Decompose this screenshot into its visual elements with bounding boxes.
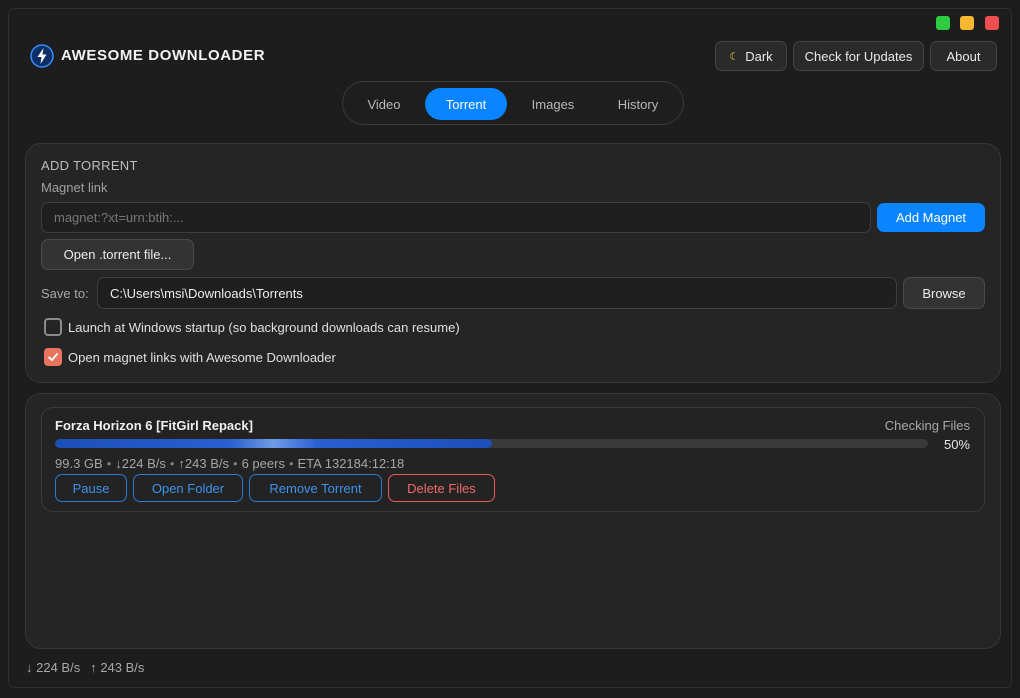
save-to-label: Save to: — [41, 286, 89, 301]
remove-torrent-button[interactable]: Remove Torrent — [249, 474, 382, 502]
close-button[interactable] — [985, 16, 999, 30]
progress-bar — [55, 439, 928, 448]
app-title: AWESOME DOWNLOADER — [61, 47, 266, 64]
launch-startup-label[interactable]: Launch at Windows startup (so background… — [68, 320, 460, 335]
save-path-input[interactable] — [97, 277, 897, 309]
progress-fill — [55, 439, 492, 448]
tab-bar: Video Torrent Images History — [342, 81, 684, 125]
browse-button[interactable]: Browse — [903, 277, 985, 309]
tab-torrent[interactable]: Torrent — [425, 88, 507, 120]
launch-startup-checkbox[interactable] — [44, 318, 62, 336]
torrent-stats: 99.3 GB • ↓224 B/s • ↑243 B/s • 6 peers • ETA 13… — [55, 456, 405, 471]
maximize-button[interactable] — [936, 16, 950, 30]
moon-icon: ☾ — [729, 50, 740, 63]
status-bar: ↓ 224 B/s ↑ 243 B/s — [26, 660, 144, 675]
tab-images[interactable]: Images — [515, 88, 591, 120]
pause-button[interactable]: Pause — [55, 474, 127, 502]
open-torrent-file-button[interactable]: Open .torrent file... — [41, 239, 194, 270]
open-magnet-checkbox[interactable] — [44, 348, 62, 366]
torrent-status: Checking Files — [884, 418, 970, 433]
tab-video[interactable]: Video — [353, 88, 415, 120]
theme-label: Dark — [745, 48, 773, 64]
torrent-name: Forza Horizon 6 [FitGirl Repack] — [55, 418, 253, 433]
theme-toggle-button[interactable]: ☾ Dark — [715, 41, 787, 71]
section-title: ADD TORRENT — [41, 158, 138, 173]
torrent-peers: 6 peers — [241, 456, 285, 471]
open-magnet-label[interactable]: Open magnet links with Awesome Downloade… — [68, 350, 336, 365]
delete-files-button[interactable]: Delete Files — [388, 474, 495, 502]
total-down-speed: ↓ 224 B/s — [26, 660, 81, 675]
total-up-speed: ↑ 243 B/s — [90, 660, 145, 675]
check-updates-button[interactable]: Check for Updates — [793, 41, 924, 71]
checkmark-icon — [48, 353, 58, 361]
lightning-bolt-icon — [30, 44, 54, 68]
about-button[interactable]: About — [930, 41, 997, 71]
minimize-button[interactable] — [960, 16, 974, 30]
progress-percent: 50% — [943, 437, 970, 452]
torrent-size: 99.3 GB — [55, 456, 103, 471]
open-folder-button[interactable]: Open Folder — [133, 474, 243, 502]
add-magnet-button[interactable]: Add Magnet — [877, 203, 985, 232]
magnet-input[interactable] — [41, 202, 871, 233]
torrent-eta: ETA 132184:12:18 — [297, 456, 405, 471]
magnet-link-label: Magnet link — [41, 180, 108, 195]
torrent-down-speed: ↓224 B/s — [115, 456, 166, 471]
torrent-up-speed: ↑243 B/s — [178, 456, 230, 471]
tab-history[interactable]: History — [597, 88, 679, 120]
